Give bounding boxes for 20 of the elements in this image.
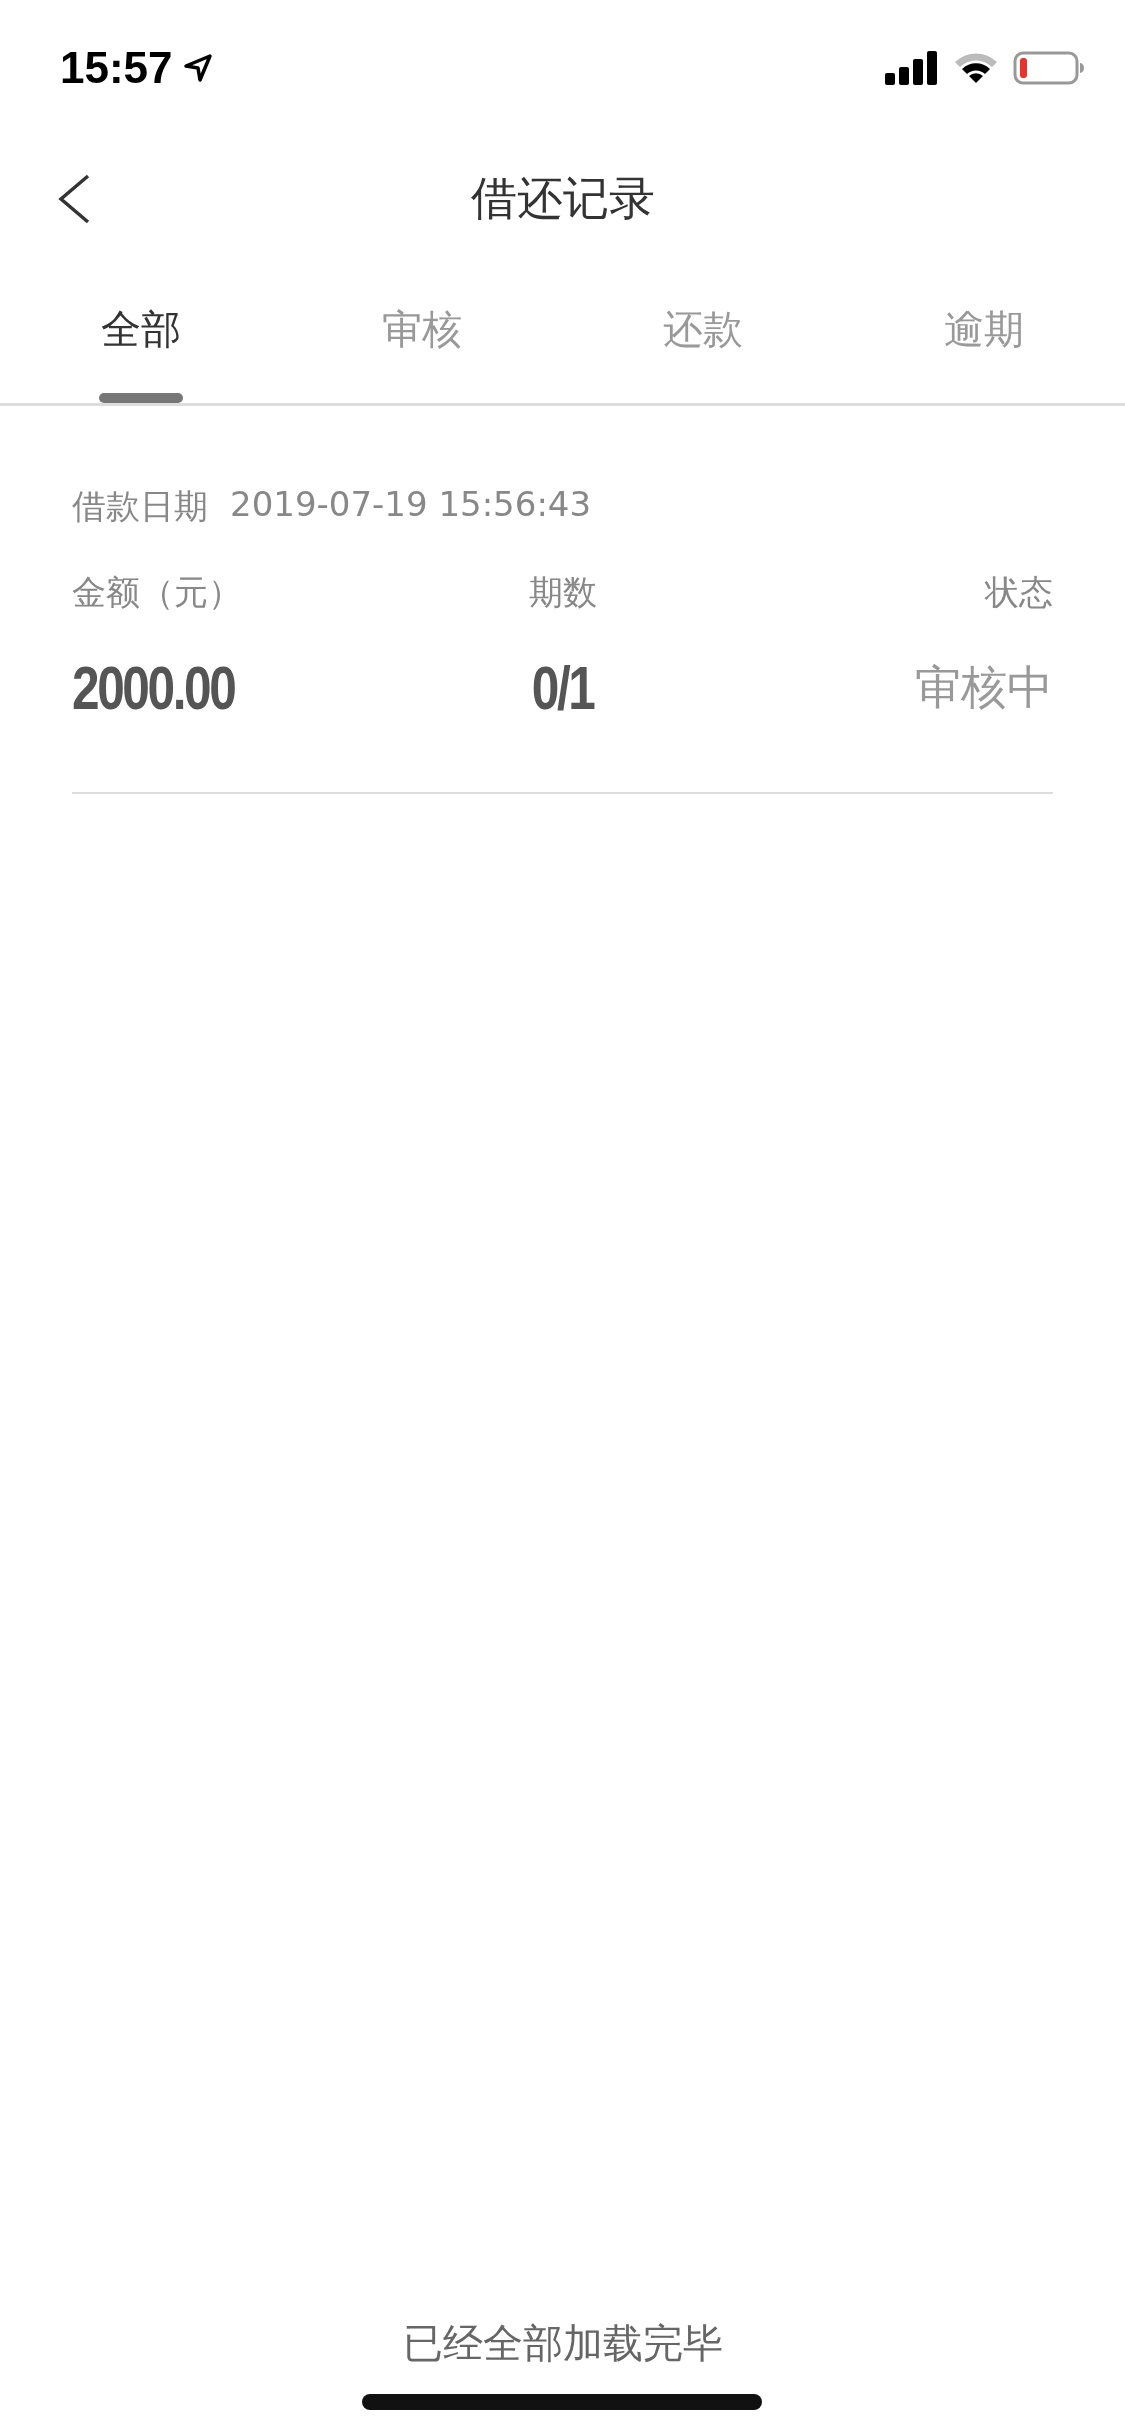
status-time: 15:57 — [60, 43, 173, 93]
term-value: 0/1 — [531, 652, 594, 723]
status-label: 状态 — [985, 571, 1053, 614]
back-button[interactable] — [56, 173, 92, 225]
page-title: 借还记录 — [470, 170, 655, 227]
battery-icon — [1013, 51, 1085, 85]
date-label: 借款日期 — [72, 485, 208, 528]
amount-label: 金额（元） — [72, 571, 243, 614]
date-value: 2019-07-19 15:56:43 — [230, 484, 592, 526]
location-arrow-icon — [182, 53, 213, 83]
tab[interactable]: 还款 — [562, 262, 844, 403]
load-complete-text: 已经全部加载完毕 — [402, 2319, 723, 2366]
tab[interactable]: 逾期 — [843, 262, 1125, 403]
tab[interactable]: 全部 — [0, 262, 282, 403]
amount-value: 2000.00 — [72, 652, 236, 723]
signal-icon — [885, 51, 939, 85]
tab[interactable]: 审核 — [281, 262, 563, 403]
status-value: 审核中 — [915, 658, 1053, 716]
wifi-icon — [953, 51, 999, 85]
term-label: 期数 — [528, 571, 597, 614]
